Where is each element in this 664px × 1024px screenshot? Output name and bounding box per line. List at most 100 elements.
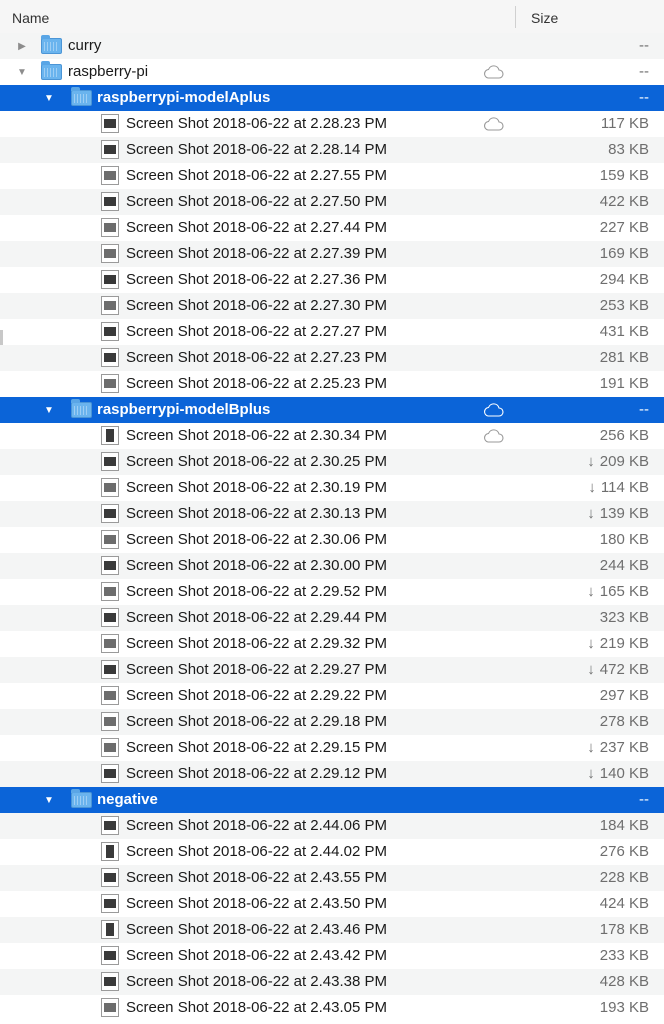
column-divider[interactable]: [515, 6, 516, 28]
image-thumbnail-icon: [101, 296, 119, 315]
disclosure-expanded-icon[interactable]: ▼: [43, 92, 55, 104]
file-row[interactable]: Screen Shot 2018-06-22 at 2.29.27 PM ↓ 472…: [0, 657, 664, 683]
size-cell: 422 KB: [600, 193, 649, 210]
file-name: Screen Shot 2018-06-22 at 2.43.05 PM: [126, 999, 388, 1016]
file-row[interactable]: Screen Shot 2018-06-22 at 2.30.00 PM 244 …: [0, 553, 664, 579]
folder-row[interactable]: ▶ curry --: [0, 33, 664, 59]
file-name: Screen Shot 2018-06-22 at 2.43.46 PM: [126, 921, 388, 938]
column-header-size[interactable]: Size: [531, 10, 558, 26]
file-row[interactable]: Screen Shot 2018-06-22 at 2.27.36 PM 294 …: [0, 267, 664, 293]
file-size: 422 KB: [599, 193, 649, 210]
file-name: Screen Shot 2018-06-22 at 2.28.14 PM: [126, 141, 388, 158]
size-cell: --: [639, 37, 649, 54]
icloud-status-icon: [482, 403, 504, 417]
column-header-name[interactable]: Name: [12, 10, 49, 26]
file-row[interactable]: Screen Shot 2018-06-22 at 2.43.42 PM 233 …: [0, 943, 664, 969]
file-row[interactable]: Screen Shot 2018-06-22 at 2.29.52 PM ↓ 165…: [0, 579, 664, 605]
file-row[interactable]: Screen Shot 2018-06-22 at 2.30.25 PM ↓ 209…: [0, 449, 664, 475]
file-row[interactable]: Screen Shot 2018-06-22 at 2.28.23 PM 117 …: [0, 111, 664, 137]
file-row[interactable]: Screen Shot 2018-06-22 at 2.27.23 PM 281 …: [0, 345, 664, 371]
file-row[interactable]: Screen Shot 2018-06-22 at 2.27.44 PM 227 …: [0, 215, 664, 241]
image-thumbnail-icon: [101, 686, 119, 705]
disclosure-collapsed-icon[interactable]: ▶: [16, 40, 28, 52]
column-header-bar: Name Size: [0, 0, 664, 34]
file-row[interactable]: Screen Shot 2018-06-22 at 2.44.02 PM 276 …: [0, 839, 664, 865]
image-thumbnail-icon: [101, 764, 119, 783]
file-row[interactable]: Screen Shot 2018-06-22 at 2.27.39 PM 169 …: [0, 241, 664, 267]
download-arrow-icon: ↓: [587, 583, 595, 600]
file-name: Screen Shot 2018-06-22 at 2.44.06 PM: [126, 817, 388, 834]
folder-row[interactable]: ▼ raspberrypi-modelBplus --: [0, 397, 664, 423]
file-size: 83 KB: [608, 141, 649, 158]
file-row[interactable]: Screen Shot 2018-06-22 at 2.43.46 PM 178 …: [0, 917, 664, 943]
file-size: 209 KB: [599, 453, 649, 470]
icloud-status-icon: [482, 65, 504, 79]
file-size: 428 KB: [599, 973, 649, 990]
file-row[interactable]: Screen Shot 2018-06-22 at 2.44.06 PM 184 …: [0, 813, 664, 839]
file-row[interactable]: Screen Shot 2018-06-22 at 2.25.23 PM 191 …: [0, 371, 664, 397]
file-row[interactable]: Screen Shot 2018-06-22 at 2.43.55 PM 228 …: [0, 865, 664, 891]
file-row[interactable]: Screen Shot 2018-06-22 at 2.43.38 PM 428 …: [0, 969, 664, 995]
file-size: 244 KB: [599, 557, 649, 574]
icloud-status-icon: [482, 429, 504, 443]
disclosure-expanded-icon[interactable]: ▼: [43, 404, 55, 416]
file-row[interactable]: Screen Shot 2018-06-22 at 2.30.34 PM 256 …: [0, 423, 664, 449]
file-row[interactable]: Screen Shot 2018-06-22 at 2.43.50 PM 424 …: [0, 891, 664, 917]
file-row[interactable]: Screen Shot 2018-06-22 at 2.29.15 PM ↓ 237…: [0, 735, 664, 761]
folder-row[interactable]: ▼ negative --: [0, 787, 664, 813]
file-size: 294 KB: [599, 271, 649, 288]
file-name: Screen Shot 2018-06-22 at 2.43.55 PM: [126, 869, 388, 886]
download-arrow-icon: ↓: [588, 479, 596, 496]
folder-row[interactable]: ▼ raspberrypi-modelAplus --: [0, 85, 664, 111]
disclosure-expanded-icon[interactable]: ▼: [16, 66, 28, 78]
size-cell: 253 KB: [600, 297, 649, 314]
image-thumbnail-icon: [101, 868, 119, 887]
file-name: Screen Shot 2018-06-22 at 2.27.36 PM: [126, 271, 388, 288]
file-row[interactable]: Screen Shot 2018-06-22 at 2.27.27 PM 431 …: [0, 319, 664, 345]
file-row[interactable]: Screen Shot 2018-06-22 at 2.43.05 PM 193 …: [0, 995, 664, 1021]
file-name: Screen Shot 2018-06-22 at 2.30.25 PM: [126, 453, 388, 470]
image-thumbnail-icon: [101, 894, 119, 913]
size-cell: --: [639, 791, 649, 808]
file-row[interactable]: Screen Shot 2018-06-22 at 2.29.18 PM 278 …: [0, 709, 664, 735]
file-size: 169 KB: [599, 245, 649, 262]
folder-icon: [71, 789, 92, 808]
file-size: 276 KB: [599, 843, 649, 860]
image-thumbnail-icon: [101, 556, 119, 575]
size-cell: 281 KB: [600, 349, 649, 366]
image-thumbnail-icon: [101, 972, 119, 991]
file-row[interactable]: Screen Shot 2018-06-22 at 2.29.12 PM ↓ 140…: [0, 761, 664, 787]
icloud-status-icon: [482, 117, 504, 131]
file-row[interactable]: Screen Shot 2018-06-22 at 2.27.50 PM 422 …: [0, 189, 664, 215]
file-size: 253 KB: [599, 297, 649, 314]
file-size: 180 KB: [599, 531, 649, 548]
disclosure-expanded-icon[interactable]: ▼: [43, 794, 55, 806]
file-size: 178 KB: [599, 921, 649, 938]
file-row[interactable]: Screen Shot 2018-06-22 at 2.30.19 PM ↓ 114…: [0, 475, 664, 501]
file-row[interactable]: Screen Shot 2018-06-22 at 2.27.30 PM 253 …: [0, 293, 664, 319]
file-row[interactable]: Screen Shot 2018-06-22 at 2.29.22 PM 297 …: [0, 683, 664, 709]
file-size: 323 KB: [599, 609, 649, 626]
file-size: 431 KB: [599, 323, 649, 340]
file-size: 278 KB: [599, 713, 649, 730]
file-row[interactable]: Screen Shot 2018-06-22 at 2.28.14 PM 83 K…: [0, 137, 664, 163]
file-row[interactable]: Screen Shot 2018-06-22 at 2.29.32 PM ↓ 219…: [0, 631, 664, 657]
file-size: 193 KB: [599, 999, 649, 1016]
download-arrow-icon: ↓: [587, 453, 595, 470]
file-name: Screen Shot 2018-06-22 at 2.29.18 PM: [126, 713, 388, 730]
file-row[interactable]: Screen Shot 2018-06-22 at 2.29.44 PM 323 …: [0, 605, 664, 631]
size-cell: ↓ 114 KB: [588, 479, 649, 496]
file-name: Screen Shot 2018-06-22 at 2.29.32 PM: [126, 635, 388, 652]
file-name: Screen Shot 2018-06-22 at 2.27.50 PM: [126, 193, 388, 210]
image-thumbnail-icon: [101, 608, 119, 627]
image-thumbnail-icon: [101, 530, 119, 549]
file-row[interactable]: Screen Shot 2018-06-22 at 2.30.06 PM 180 …: [0, 527, 664, 553]
size-cell: 117 KB: [601, 115, 649, 132]
size-cell: 244 KB: [600, 557, 649, 574]
file-row[interactable]: Screen Shot 2018-06-22 at 2.27.55 PM 159 …: [0, 163, 664, 189]
file-row[interactable]: Screen Shot 2018-06-22 at 2.30.13 PM ↓ 139…: [0, 501, 664, 527]
download-arrow-icon: ↓: [587, 739, 595, 756]
file-name: Screen Shot 2018-06-22 at 2.27.39 PM: [126, 245, 388, 262]
image-thumbnail-icon: [101, 478, 119, 497]
folder-row[interactable]: ▼ raspberry-pi --: [0, 59, 664, 85]
